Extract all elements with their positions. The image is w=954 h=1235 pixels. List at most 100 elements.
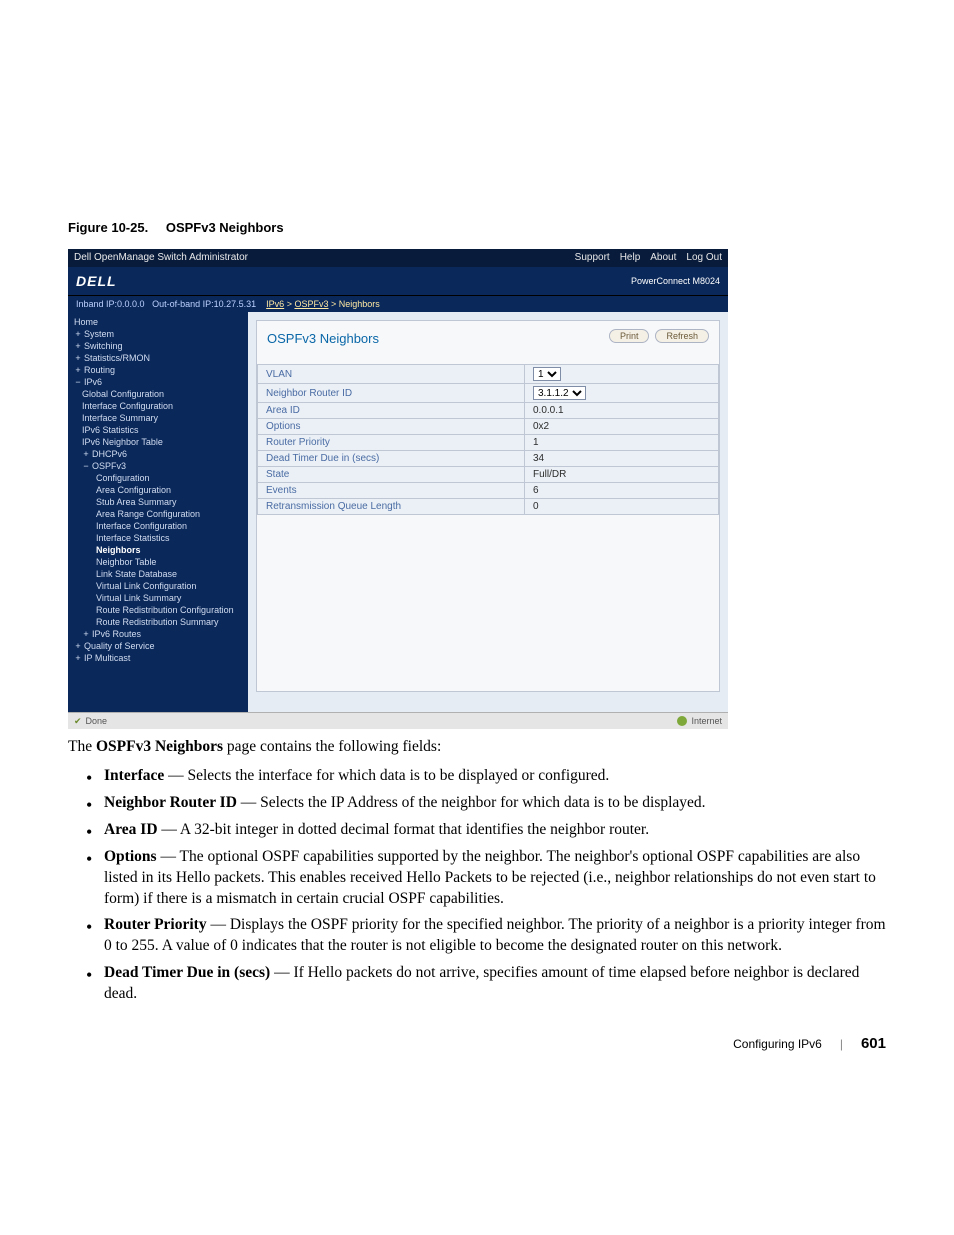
page: Figure 10-25. OSPFv3 Neighbors Dell Open… <box>0 0 954 1112</box>
sidebar-item[interactable]: Interface Configuration <box>68 520 248 532</box>
sidebar-item[interactable]: Stub Area Summary <box>68 496 248 508</box>
browser-statusbar: ✔ Done Internet <box>68 712 728 729</box>
row-value: 6 <box>525 483 719 499</box>
sidebar-item[interactable]: Configuration <box>68 472 248 484</box>
field-item: Router Priority — Displays the OSPF prio… <box>104 915 886 957</box>
field-name: Router Priority <box>104 916 207 933</box>
row-value: 0x2 <box>525 419 719 435</box>
link-help[interactable]: Help <box>620 249 641 267</box>
sidebar-item[interactable]: Routing <box>68 364 248 376</box>
sidebar-item[interactable]: Interface Configuration <box>68 400 248 412</box>
row-value: 0 <box>525 499 719 515</box>
sidebar-item[interactable]: Global Configuration <box>68 388 248 400</box>
sidebar-item[interactable]: Neighbor Table <box>68 556 248 568</box>
row-label: State <box>258 467 525 483</box>
field-list: Interface — Selects the interface for wh… <box>104 766 886 1005</box>
sidebar-item[interactable]: Interface Summary <box>68 412 248 424</box>
content-area: Print Refresh OSPFv3 Neighbors VLAN1Neig… <box>248 312 728 712</box>
sidebar-item[interactable]: OSPFv3 <box>68 460 248 472</box>
field-name: Neighbor Router ID <box>104 794 237 811</box>
sidebar[interactable]: HomeSystemSwitchingStatistics/RMONRoutin… <box>68 312 248 712</box>
top-links: Support Help About Log Out <box>575 249 722 267</box>
sidebar-item[interactable]: Virtual Link Configuration <box>68 580 248 592</box>
page-number: 601 <box>861 1035 886 1052</box>
intro-bold: OSPFv3 Neighbors <box>96 738 223 755</box>
window-titlebar: Dell OpenManage Switch Administrator Sup… <box>68 249 728 267</box>
row-value: 0.0.0.1 <box>525 403 719 419</box>
field-name: Area ID <box>104 821 158 838</box>
sidebar-item[interactable]: IPv6 <box>68 376 248 388</box>
content-panel: Print Refresh OSPFv3 Neighbors VLAN1Neig… <box>256 320 720 692</box>
sidebar-item[interactable]: IPv6 Neighbor Table <box>68 436 248 448</box>
refresh-button[interactable]: Refresh <box>655 329 709 343</box>
model-label: PowerConnect M8024 <box>631 267 720 295</box>
sidebar-item[interactable]: Route Redistribution Summary <box>68 616 248 628</box>
oob-ip: Out-of-band IP:10.27.5.31 <box>152 299 256 309</box>
shot-body: HomeSystemSwitchingStatistics/RMONRoutin… <box>68 312 728 712</box>
sidebar-item[interactable]: DHCPv6 <box>68 448 248 460</box>
row-select[interactable]: 1 <box>533 367 561 381</box>
crumb-ipv6[interactable]: IPv6 <box>266 299 284 309</box>
field-item: Options — The optional OSPF capabilities… <box>104 847 886 910</box>
field-item: Area ID — A 32-bit integer in dotted dec… <box>104 820 886 841</box>
body-text: The OSPFv3 Neighbors page contains the f… <box>68 737 886 1005</box>
field-name: Options <box>104 848 157 865</box>
screenshot: Dell OpenManage Switch Administrator Sup… <box>68 249 728 723</box>
figure-title: OSPFv3 Neighbors <box>166 220 284 235</box>
sidebar-item[interactable]: Area Configuration <box>68 484 248 496</box>
sidebar-item[interactable]: Neighbors <box>68 544 248 556</box>
row-label: Neighbor Router ID <box>258 384 525 403</box>
field-name: Dead Timer Due in (secs) <box>104 964 270 981</box>
status-left: Done <box>86 716 108 726</box>
row-label: Options <box>258 419 525 435</box>
sidebar-item[interactable]: Link State Database <box>68 568 248 580</box>
link-support[interactable]: Support <box>575 249 610 267</box>
sidebar-item[interactable]: Quality of Service <box>68 640 248 652</box>
sidebar-item[interactable]: Route Redistribution Configuration <box>68 604 248 616</box>
row-select[interactable]: 3.1.1.2 <box>533 386 586 400</box>
status-done-icon: ✔ <box>74 716 82 727</box>
field-name: Interface <box>104 767 164 784</box>
status-right: Internet <box>691 716 722 726</box>
row-value: 1 <box>525 435 719 451</box>
row-value: Full/DR <box>525 467 719 483</box>
row-label: Events <box>258 483 525 499</box>
field-item: Dead Timer Due in (secs) — If Hello pack… <box>104 963 886 1005</box>
link-logout[interactable]: Log Out <box>686 249 722 267</box>
footer-section: Configuring IPv6 <box>733 1037 822 1051</box>
sidebar-item[interactable]: Virtual Link Summary <box>68 592 248 604</box>
sidebar-item[interactable]: System <box>68 328 248 340</box>
field-item: Neighbor Router ID — Selects the IP Addr… <box>104 793 886 814</box>
sidebar-item[interactable]: Home <box>68 316 248 328</box>
page-footer: Configuring IPv6 | 601 <box>68 1035 886 1052</box>
sidebar-item[interactable]: IPv6 Statistics <box>68 424 248 436</box>
action-buttons: Print Refresh <box>609 329 709 343</box>
row-label: Retransmission Queue Length <box>258 499 525 515</box>
crumb-ospf[interactable]: OSPFv3 <box>294 299 328 309</box>
sidebar-item[interactable]: IP Multicast <box>68 652 248 664</box>
breadcrumb-bar: Inband IP:0.0.0.0 Out-of-band IP:10.27.5… <box>68 296 728 312</box>
sidebar-item[interactable]: Statistics/RMON <box>68 352 248 364</box>
row-label: Router Priority <box>258 435 525 451</box>
link-about[interactable]: About <box>650 249 676 267</box>
internet-icon <box>677 716 687 726</box>
figure-caption: Figure 10-25. OSPFv3 Neighbors <box>68 220 886 235</box>
row-value: 34 <box>525 451 719 467</box>
sidebar-item[interactable]: Interface Statistics <box>68 532 248 544</box>
dell-logo: DELL <box>76 267 117 295</box>
sidebar-item[interactable]: IPv6 Routes <box>68 628 248 640</box>
print-button[interactable]: Print <box>609 329 650 343</box>
sidebar-item[interactable]: Area Range Configuration <box>68 508 248 520</box>
sidebar-item[interactable]: Switching <box>68 340 248 352</box>
figure-number: Figure 10-25. <box>68 220 148 235</box>
row-label: Area ID <box>258 403 525 419</box>
inband-ip: Inband IP:0.0.0.0 <box>76 299 145 309</box>
row-label: VLAN <box>258 365 525 384</box>
row-value[interactable]: 1 <box>525 365 719 384</box>
window-title: Dell OpenManage Switch Administrator <box>74 249 248 267</box>
footer-sep: | <box>840 1037 843 1051</box>
field-item: Interface — Selects the interface for wh… <box>104 766 886 787</box>
row-value[interactable]: 3.1.1.2 <box>525 384 719 403</box>
brand-bar: DELL PowerConnect M8024 <box>68 267 728 296</box>
row-label: Dead Timer Due in (secs) <box>258 451 525 467</box>
